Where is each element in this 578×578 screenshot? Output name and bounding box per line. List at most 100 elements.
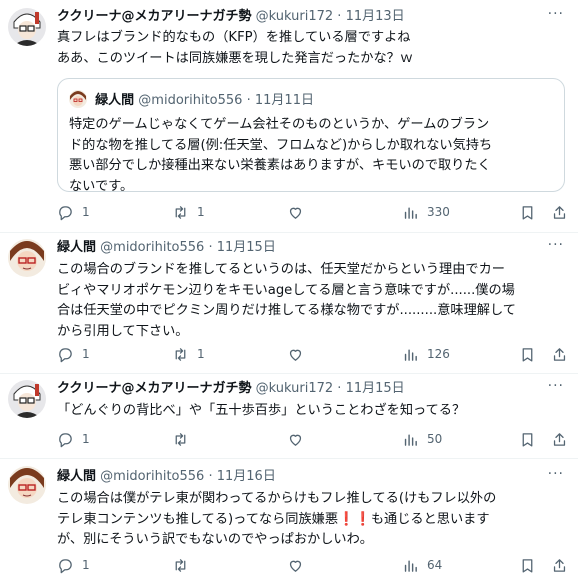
view-count: 126 [427,347,450,361]
reply-icon [59,205,72,220]
share-icon [553,205,566,219]
like-icon [289,349,302,361]
share-button[interactable] [551,201,568,223]
tweet[interactable]: ククリーナ@メカアリーナガチ勢 @kukuri172 · 11月13日 ··· … [0,0,578,232]
bookmark-icon [522,205,533,220]
bookmark-button[interactable] [519,343,536,365]
like-button[interactable] [287,428,312,450]
like-button[interactable] [287,343,312,365]
tweet-date[interactable]: 11月15日 [217,240,276,255]
quoted-text-line: 特定のゲームじゃなくてゲーム会社そのものというか、ゲームのブラン [69,117,490,132]
user-handle[interactable]: @kukuri172 [256,9,334,24]
retweet-button[interactable] [172,428,197,450]
quoted-avatar [69,90,87,108]
tweet-text: 真フレはブランド的なもの（KFP）を推している層ですよね ああ、このツイートは同… [57,28,571,69]
views-button[interactable]: 330 [402,201,450,223]
reply-count: 1 [82,432,90,446]
tweet[interactable]: ククリーナ@メカアリーナガチ勢 @kukuri172 · 11月15日 ··· … [0,374,578,458]
midorihito-avatar-icon [8,466,46,504]
tweet-text: この場合のブランドを推してるというのは、任天堂だからという理由でカー ビィやマリ… [57,260,571,342]
tweet-actions: 1 1 126 [57,343,567,365]
bookmark-button[interactable] [519,428,536,450]
like-icon [289,207,302,219]
kukuri-avatar-icon [8,8,46,46]
separator-dot: · [337,9,342,24]
tweet[interactable]: 緑人間 @midorihito556 · 11月16日 ··· この場合は僕がテ… [0,459,578,578]
retweet-button[interactable]: 1 [172,201,205,223]
user-handle[interactable]: @kukuri172 [256,381,334,396]
tweet-text-line: ああ、このツイートは同族嫌悪を現した発言だったかな？ｗ [57,50,414,66]
more-options-icon[interactable]: ··· [548,237,564,253]
share-button[interactable] [551,554,568,576]
share-button[interactable] [551,428,568,450]
tweet-text-line: この場合のブランドを推してるというのは、任天堂だからという理由でカー [57,262,505,277]
reply-button[interactable]: 1 [57,201,90,223]
user-handle[interactable]: @midorihito556 [100,240,204,255]
retweet-button[interactable]: 1 [172,343,205,365]
tweet-text-line: が、別にそういう訳でもないのでやっぱおかしいわ。 [57,532,373,547]
tweet-text: 「どんぐりの背比べ」や「五十歩百歩」ということわざを知ってる？ [57,401,571,422]
share-button[interactable] [551,343,568,365]
views-button[interactable]: 126 [402,343,450,365]
reply-button[interactable]: 1 [57,343,90,365]
like-button[interactable] [287,201,312,223]
quoted-text-line: 悪い部分でしか接種出来ない栄養素はありますが、キモいので取りたく [69,158,491,173]
like-button[interactable] [287,554,312,576]
tweet-header: 緑人間 @midorihito556 · 11月15日 [57,239,276,257]
views-button[interactable]: 50 [402,428,442,450]
separator-dot: · [208,240,213,255]
share-icon [553,347,566,361]
display-name[interactable]: ククリーナ@メカアリーナガチ勢 [57,9,251,24]
quoted-tweet[interactable]: 緑人間 @midorihito556 · 11月11日 特定のゲームじゃなくてゲ… [57,78,565,194]
bookmark-button[interactable] [519,554,536,576]
more-options-icon[interactable]: ··· [548,378,564,394]
avatar[interactable] [8,8,46,46]
views-button[interactable]: 64 [402,554,442,576]
tweet-text: この場合は僕がテレ東が関わってるからけもフレ推してる(けもフレ以外の テレ東コン… [57,489,571,551]
avatar[interactable] [8,239,46,277]
view-count: 64 [427,558,443,572]
display-name[interactable]: 緑人間 [57,240,96,255]
tweet-date[interactable]: 11月15日 [346,381,405,396]
display-name[interactable]: 緑人間 [57,469,96,484]
display-name[interactable]: ククリーナ@メカアリーナガチ勢 [57,381,251,396]
quoted-tweet-text: 特定のゲームじゃなくてゲーム会社そのものというか、ゲームのブラン ド的な物を推し… [69,115,557,197]
quoted-user-handle: @midorihito556 [138,93,243,108]
separator-dot: · [208,469,213,484]
reply-icon [59,432,72,447]
tweet-date[interactable]: 11月16日 [217,469,276,484]
like-icon [289,560,302,572]
quoted-text-line: ないです。 [69,178,134,194]
more-options-icon[interactable]: ··· [548,466,564,482]
bookmark-icon [522,558,533,573]
quoted-tweet-header: 緑人間 @midorihito556 · 11月11日 [69,90,314,110]
reply-icon [59,347,72,362]
avatar[interactable] [8,380,46,418]
retweet-count: 1 [197,347,205,361]
quoted-display-name: 緑人間 [95,93,135,108]
tweet-text-segment: も通じると思います [370,511,490,527]
tweet-text-line: ビィやマリオポケモン辺りをキモいageしてる層と言う意味ですが......僕の場 [57,282,515,298]
tweet-date[interactable]: 11月13日 [346,9,405,24]
tweet-text-segment: テレ東コンテンツも推してる)ってなら同族嫌悪 [57,511,339,527]
retweet-button[interactable] [172,554,197,576]
tweet-text-line: 真フレはブランド的なもの（KFP）を推している層ですよね [57,30,411,45]
reply-button[interactable]: 1 [57,428,90,450]
separator-dot: · [337,381,342,396]
quoted-text-line: ド的な物を推してる層(例:任天堂、フロムなど)からしか取れない気持ち [69,137,493,153]
views-icon [404,349,417,361]
more-options-icon[interactable]: ··· [548,6,564,22]
retweet-icon [175,558,186,572]
bookmark-button[interactable] [519,201,536,223]
like-icon [289,434,302,446]
reply-button[interactable]: 1 [57,554,90,576]
retweet-icon [175,347,186,361]
reply-count: 1 [82,558,90,572]
reply-count: 1 [82,347,90,361]
tweet[interactable]: 緑人間 @midorihito556 · 11月15日 ··· この場合のブラン… [0,233,578,373]
tweet-actions: 1 64 [57,554,567,576]
tweet-header: ククリーナ@メカアリーナガチ勢 @kukuri172 · 11月15日 [57,380,405,398]
user-handle[interactable]: @midorihito556 [100,469,204,484]
bookmark-icon [522,347,533,362]
avatar[interactable] [8,466,46,504]
